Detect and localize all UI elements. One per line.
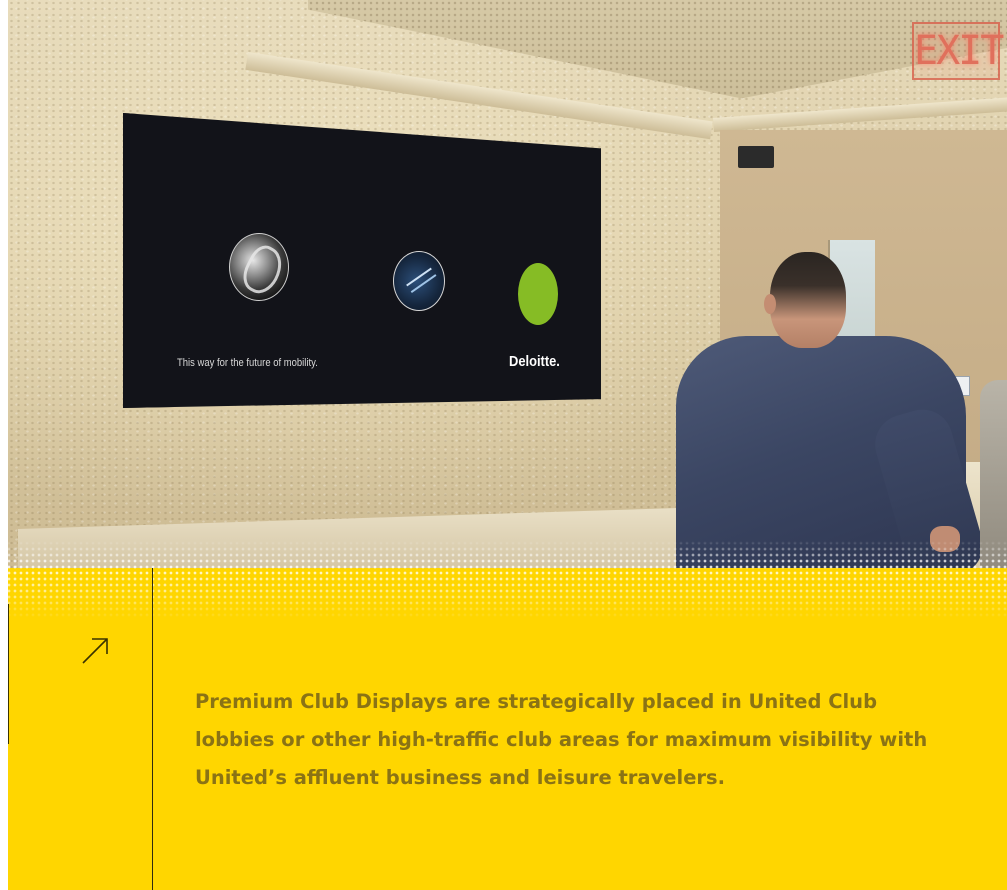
ceiling bbox=[308, 0, 1007, 99]
blue-wheel-graphic-icon bbox=[393, 251, 445, 311]
traveler-figure bbox=[658, 250, 990, 570]
crown-molding-right bbox=[713, 97, 1007, 132]
arrow-up-right-icon bbox=[82, 638, 108, 664]
exit-sign: EXIT bbox=[912, 22, 1004, 80]
billboard-tagline: This way for the future of mobility. bbox=[177, 357, 318, 369]
traveler-ear bbox=[764, 294, 776, 314]
deloitte-logo: Deloitte. bbox=[509, 353, 560, 370]
deloitte-billboard: This way for the future of mobility. Del… bbox=[123, 113, 601, 408]
wheel-graphic-icon bbox=[229, 233, 289, 301]
ceiling-projector bbox=[738, 146, 774, 168]
caption-text: Premium Club Displays are strategically … bbox=[195, 690, 928, 789]
traveler-head bbox=[770, 252, 846, 348]
green-dot-icon bbox=[518, 263, 558, 325]
left-accent-line bbox=[8, 604, 9, 744]
panel-divider bbox=[152, 568, 153, 890]
lobby-photo: EXIT This way for the future of mobility… bbox=[8, 0, 1007, 570]
